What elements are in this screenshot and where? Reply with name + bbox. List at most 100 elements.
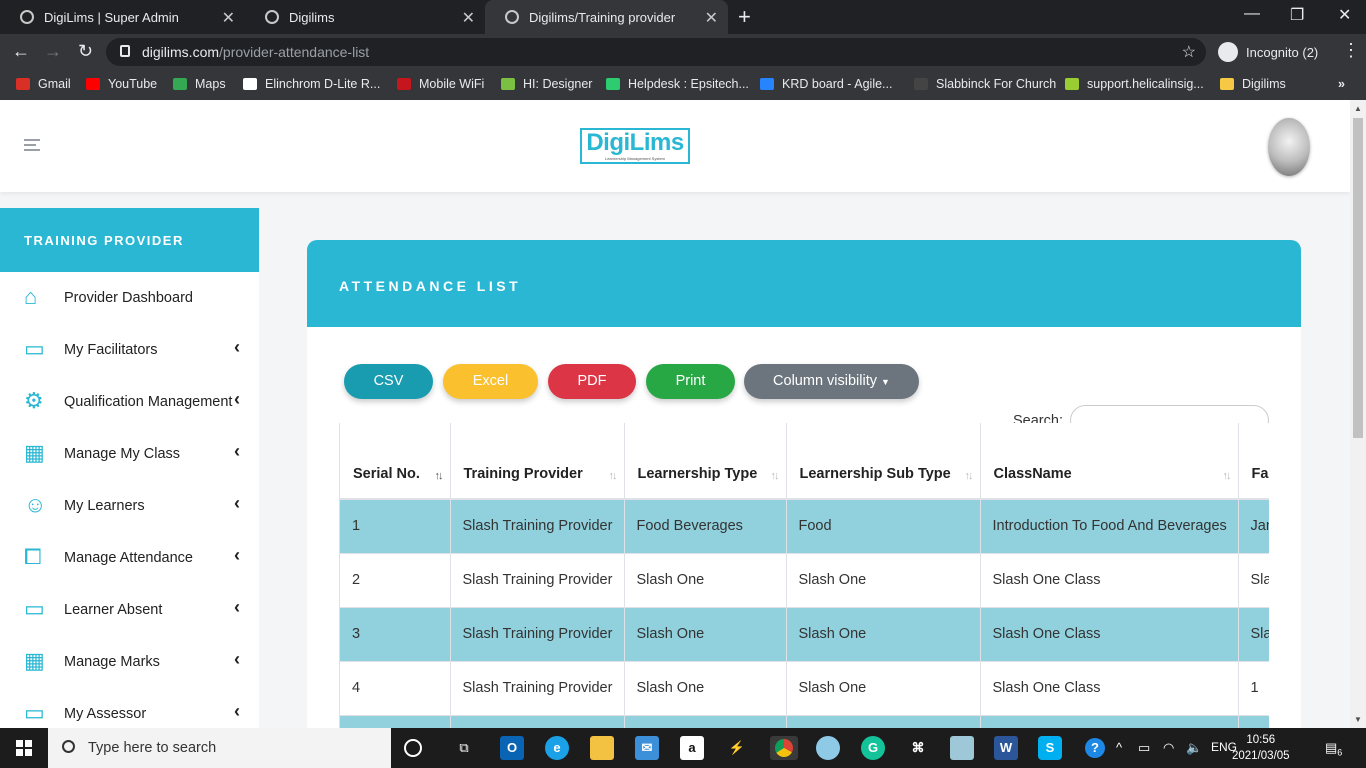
column-header[interactable]: ClassName ↑↓ — [980, 423, 1239, 500]
sort-icon[interactable]: ↑↓ — [965, 470, 974, 482]
network-app-icon[interactable]: ⌘ — [906, 736, 930, 760]
windows-start-icon[interactable] — [16, 740, 32, 756]
sidebar-item[interactable]: ▭ My Facilitators ‹ — [0, 324, 259, 376]
battery-icon[interactable]: ▭ — [1138, 740, 1150, 756]
browser-tab-active[interactable]: Digilims/Training provider ✕ — [485, 0, 728, 34]
help-icon[interactable]: ? — [1085, 738, 1105, 758]
browser-tab[interactable]: Digilims ✕ — [245, 0, 485, 34]
csv-button[interactable]: CSV — [344, 364, 433, 399]
close-icon[interactable]: ✕ — [222, 8, 235, 28]
sort-icon[interactable]: ↑↓ — [435, 470, 444, 482]
bookmark-elinchrom[interactable]: Elinchrom D-Lite R... — [243, 77, 380, 91]
forward-icon[interactable]: → — [44, 41, 62, 62]
sidebar-item[interactable]: ▭ Learner Absent ‹ — [0, 584, 259, 636]
sort-icon[interactable]: ↑↓ — [609, 470, 618, 482]
notifications-icon[interactable]: ▤6 — [1325, 740, 1342, 758]
column-header[interactable]: Facilitator↑↓ — [1238, 423, 1269, 500]
page-scrollbar[interactable]: ▲ ▼ — [1350, 100, 1366, 728]
mail-icon[interactable]: ✉ — [635, 736, 659, 760]
chevron-left-icon[interactable]: ‹ — [234, 649, 240, 670]
excel-button[interactable]: Excel — [443, 364, 538, 399]
attendance-table-wrapper[interactable]: Serial No. ↑↓ Training Provider ↑↓ Learnersh… — [339, 423, 1269, 728]
chevron-left-icon[interactable]: ‹ — [234, 701, 240, 722]
more-bookmarks-icon[interactable]: » — [1338, 77, 1345, 91]
chevron-left-icon[interactable]: ‹ — [234, 545, 240, 566]
column-header[interactable]: Training Provider ↑↓ — [450, 423, 625, 500]
column-header[interactable]: Learnership Type ↑↓ — [624, 423, 787, 500]
bookmark-mobile-wifi[interactable]: Mobile WiFi — [397, 77, 484, 91]
window-close-icon[interactable]: ✕ — [1338, 5, 1351, 25]
user-avatar[interactable] — [1268, 118, 1310, 176]
column-header[interactable]: Serial No. ↑↓ — [340, 423, 451, 500]
bookmark-gmail[interactable]: Gmail — [16, 77, 71, 91]
table-row[interactable]: 3 Slash Training Provider Slash One Slash O… — [340, 607, 1269, 662]
chevron-left-icon[interactable]: ‹ — [234, 441, 240, 462]
reload-icon[interactable]: ↻ — [78, 41, 93, 62]
scrollbar-thumb[interactable] — [1353, 118, 1363, 438]
table-row[interactable]: 1 Slash Training Provider Food Beverages Fo… — [340, 499, 1269, 554]
sidebar-item[interactable]: ⌂ Provider Dashboard — [0, 272, 259, 324]
column-header[interactable]: Learnership Sub Type ↑↓ — [786, 423, 981, 500]
bookmark-helpdesk[interactable]: Helpdesk : Epsitech... — [606, 77, 749, 91]
minimize-icon[interactable]: — — [1244, 5, 1260, 23]
browser-tab[interactable]: DigiLims | Super Admin ✕ — [0, 0, 245, 34]
scroll-down-icon[interactable]: ▼ — [1354, 715, 1362, 724]
bookmark-slabbinck[interactable]: Slabbinck For Church — [914, 77, 1056, 91]
close-icon[interactable]: ✕ — [705, 8, 718, 28]
scroll-up-icon[interactable]: ▲ — [1354, 104, 1362, 113]
clock[interactable]: 10:56 2021/03/05 — [1232, 732, 1290, 764]
amazon-icon[interactable]: a — [680, 736, 704, 760]
sidebar-item[interactable]: ▭ My Assessor ‹ — [0, 688, 259, 728]
bookmark-helical[interactable]: support.helicalinsig... — [1065, 77, 1204, 91]
bookmark-digilims[interactable]: Digilims — [1220, 77, 1286, 91]
column-visibility-button[interactable]: Column visibility ▼ — [744, 364, 919, 399]
close-icon[interactable]: ✕ — [462, 8, 475, 28]
task-view-icon[interactable]: ⧉ — [452, 736, 476, 760]
pdf-button[interactable]: PDF — [548, 364, 636, 399]
tray-chevron-icon[interactable]: ^ — [1116, 740, 1122, 755]
app-bolt-icon[interactable]: ⚡ — [725, 736, 749, 760]
sidebar-item[interactable]: ▦ Manage Marks ‹ — [0, 636, 259, 688]
notes-app-icon[interactable] — [950, 736, 974, 760]
cortana-icon[interactable] — [404, 739, 422, 757]
snipping-tool-icon[interactable] — [816, 736, 840, 760]
wifi-icon[interactable]: ◠ — [1163, 740, 1174, 756]
sidebar-item[interactable]: ☺ My Learners ‹ — [0, 480, 259, 532]
chevron-left-icon[interactable]: ‹ — [234, 493, 240, 514]
file-explorer-icon[interactable] — [590, 736, 614, 760]
chevron-left-icon[interactable]: ‹ — [234, 389, 240, 410]
bookmark-youtube[interactable]: YouTube — [86, 77, 157, 91]
bookmark-krd-board[interactable]: KRD board - Agile... — [760, 77, 892, 91]
table-row[interactable]: 2 Slash Training Provider Slash One Slash O… — [340, 553, 1269, 608]
restore-icon[interactable]: ❐ — [1290, 5, 1304, 25]
outlook-icon[interactable]: O — [500, 736, 524, 760]
hamburger-menu-icon[interactable] — [24, 139, 40, 154]
sidebar-item[interactable]: ⚙ Qualification Management ‹ — [0, 376, 259, 428]
column-header-label: Serial No. — [353, 466, 420, 482]
skype-icon[interactable]: S — [1038, 736, 1062, 760]
bookmark-star-icon[interactable]: ☆ — [1182, 42, 1196, 62]
url-bar[interactable]: digilims.com/provider-attendance-list ☆ — [106, 38, 1206, 66]
taskbar-search[interactable]: Type here to search — [48, 728, 391, 768]
digilims-logo[interactable]: DigiLims Learnership Management System — [580, 128, 690, 164]
word-icon[interactable]: W — [994, 736, 1018, 760]
table-row[interactable] — [340, 715, 1269, 728]
table-row[interactable]: 4 Slash Training Provider Slash One Slash O… — [340, 661, 1269, 716]
grammarly-icon[interactable]: G — [861, 736, 885, 760]
sort-icon[interactable]: ↑↓ — [1223, 470, 1232, 482]
sidebar-item[interactable]: ⧠ Manage Attendance ‹ — [0, 532, 259, 584]
sort-icon[interactable]: ↑↓ — [771, 470, 780, 482]
chrome-icon[interactable] — [770, 736, 798, 760]
chevron-left-icon[interactable]: ‹ — [234, 337, 240, 358]
volume-icon[interactable]: 🔈 — [1186, 740, 1202, 756]
new-tab-icon[interactable]: + — [738, 4, 751, 30]
bookmark-hi-designer[interactable]: HI: Designer — [501, 77, 592, 91]
incognito-profile[interactable]: Incognito (2) — [1218, 42, 1318, 62]
edge-icon[interactable]: e — [545, 736, 569, 760]
print-button[interactable]: Print — [646, 364, 735, 399]
chevron-left-icon[interactable]: ‹ — [234, 597, 240, 618]
bookmark-maps[interactable]: Maps — [173, 77, 226, 91]
sidebar-item[interactable]: ▦ Manage My Class ‹ — [0, 428, 259, 480]
menu-kebab-icon[interactable]: ⋮ — [1342, 40, 1360, 61]
back-icon[interactable]: ← — [12, 41, 30, 62]
